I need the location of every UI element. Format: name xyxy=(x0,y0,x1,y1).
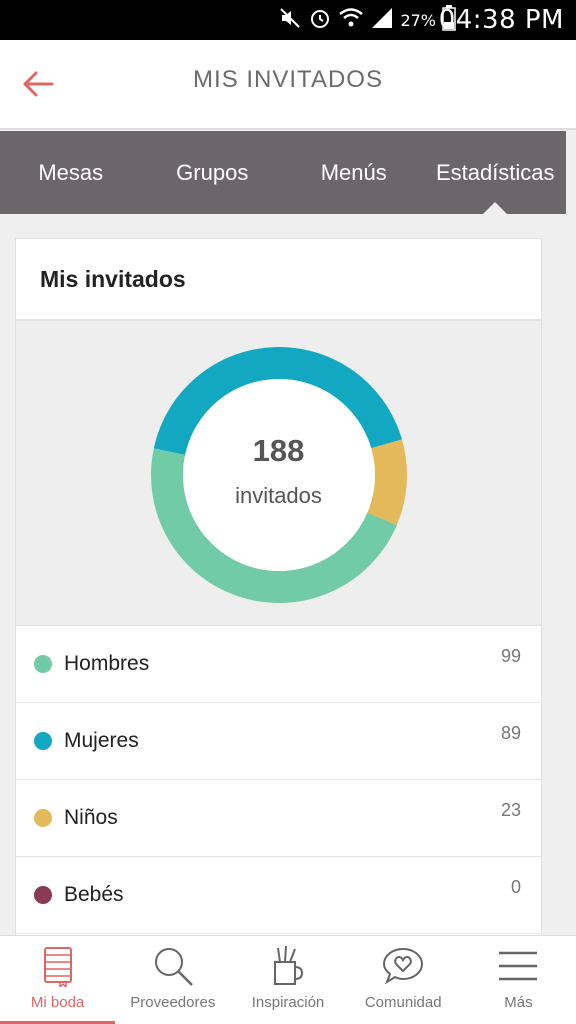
tab-bar: Mesas Grupos Menús Estadísticas xyxy=(0,131,566,214)
battery-percent: 27% xyxy=(400,10,436,30)
status-time: 04:38 PM xyxy=(438,5,564,35)
donut-chart: 188 invitados xyxy=(16,321,541,626)
nav-label: Más xyxy=(504,994,533,1011)
legend-count: 99 xyxy=(500,646,521,666)
legend-dot xyxy=(34,655,52,673)
card-title: Mis invitados xyxy=(16,239,541,321)
page-title: MIS INVITADOS xyxy=(193,66,383,93)
legend-label: Niños xyxy=(64,806,118,829)
guests-stats-card: Mis invitados 188 invitados Hombres 99 M… xyxy=(15,238,542,938)
mute-icon xyxy=(278,6,302,35)
legend-row-mujeres: Mujeres 89 xyxy=(16,703,541,780)
wifi-icon xyxy=(338,6,364,35)
tab-menus[interactable]: Menús xyxy=(283,131,425,214)
search-icon xyxy=(149,944,197,988)
legend-count: 0 xyxy=(510,877,521,897)
legend-dot xyxy=(34,809,52,827)
nav-label: Proveedores xyxy=(130,994,216,1011)
legend-row-hombres: Hombres 99 xyxy=(16,626,541,703)
tab-mesas[interactable]: Mesas xyxy=(0,131,142,214)
status-icons: 27% xyxy=(278,4,456,35)
tab-estadisticas[interactable]: Estadísticas xyxy=(425,131,567,214)
nav-mi-boda[interactable]: Mi boda xyxy=(0,936,116,1024)
donut-chart-svg xyxy=(150,347,407,604)
legend-dot xyxy=(34,732,52,750)
chat-heart-icon xyxy=(379,944,427,988)
nav-comunidad[interactable]: Comunidad xyxy=(346,936,461,1024)
menu-icon xyxy=(494,944,542,988)
bottom-navigation: Mi boda Proveedores Inspiración Comunida… xyxy=(0,935,576,1024)
nav-proveedores[interactable]: Proveedores xyxy=(115,936,230,1024)
legend-dot xyxy=(34,886,52,904)
guests-total-label: invitados xyxy=(235,483,322,508)
legend-label: Mujeres xyxy=(64,729,139,752)
status-bar: 27% 04:38 PM xyxy=(0,0,576,40)
legend-count: 23 xyxy=(500,800,521,820)
nav-label: Inspiración xyxy=(251,994,325,1011)
tab-grupos[interactable]: Grupos xyxy=(142,131,284,214)
app-header: MIS INVITADOS xyxy=(0,40,576,130)
legend-label: Hombres xyxy=(64,652,150,675)
nav-label: Comunidad xyxy=(364,994,442,1011)
nav-mas[interactable]: Más xyxy=(461,936,576,1024)
alarm-icon xyxy=(308,6,332,35)
donut-hole xyxy=(183,379,375,571)
nav-inspiracion[interactable]: Inspiración xyxy=(230,936,345,1024)
legend-label: Bebés xyxy=(64,883,124,906)
legend-row-ninos: Niños 23 xyxy=(16,780,541,857)
pencil-cup-icon xyxy=(264,944,312,988)
nav-label: Mi boda xyxy=(30,994,85,1011)
notebook-icon xyxy=(34,944,82,988)
guests-total: 188 xyxy=(252,433,305,468)
signal-icon xyxy=(370,6,394,35)
legend-row-bebes: Bebés 0 xyxy=(16,857,541,934)
legend-count: 89 xyxy=(500,723,521,743)
